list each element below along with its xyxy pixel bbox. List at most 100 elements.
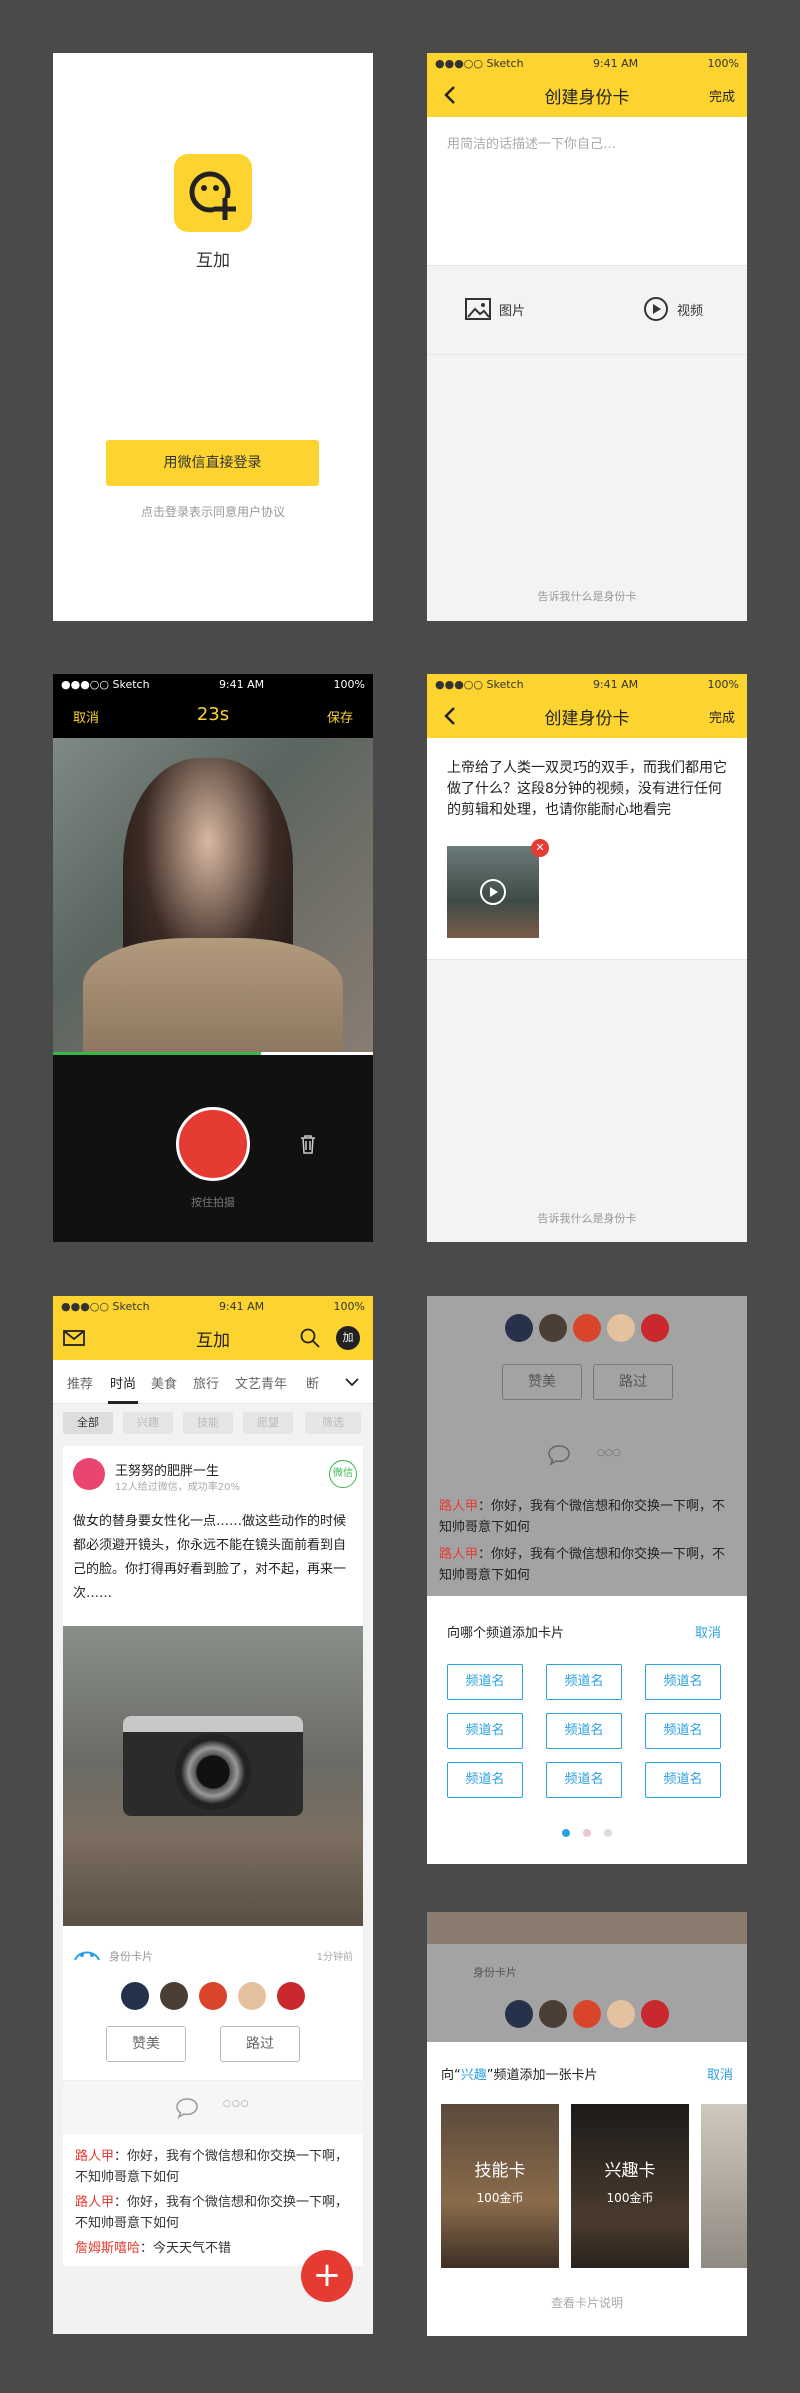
chevron-down-icon[interactable]	[345, 1377, 359, 1387]
sheet-title: 向“兴趣”频道添加一张卡片	[441, 2068, 598, 2083]
category-tabs: 推荐 时尚 美食 旅行 文艺青年 断	[53, 1360, 373, 1404]
filter-all[interactable]: 全部	[63, 1412, 113, 1434]
page-title: 创建身份卡	[544, 87, 630, 108]
add-badge-button[interactable]: 加	[336, 1326, 360, 1350]
page-dot[interactable]	[604, 1829, 613, 1837]
praise-button: 赞美	[502, 1364, 582, 1400]
praise-button[interactable]: 赞美	[106, 2026, 186, 2062]
record-progress	[53, 1052, 373, 1055]
what-is-card-link[interactable]: 告诉我什么是身份卡	[427, 1210, 747, 1226]
camera-top-bar: 取消 23s 保存	[53, 694, 373, 738]
channel-button[interactable]: 频道名	[645, 1713, 721, 1749]
remove-video-icon[interactable]: ✕	[531, 839, 549, 857]
description-text[interactable]: 上帝给了人类一双灵巧的双手，而我们都用它做了什么？这段8分钟的视频，没有进行任何…	[447, 758, 731, 821]
filter-skill[interactable]: 技能	[183, 1412, 233, 1434]
app-logo	[174, 154, 252, 232]
save-button[interactable]: 保存	[327, 707, 353, 726]
filter-interest[interactable]: 兴趣	[123, 1412, 173, 1434]
record-timer: 23s	[196, 704, 230, 725]
image-button[interactable]: 图片	[465, 298, 525, 320]
comment-icon[interactable]	[175, 2097, 199, 2119]
record-button[interactable]	[176, 1107, 250, 1181]
avatar[interactable]	[277, 1982, 306, 2010]
dimmed-content: 身份卡片	[427, 1912, 747, 2042]
comments: 路人甲：你好，我有个微信想和你交换一下啊，不知帅哥意下如何 路人甲：你好，我有个…	[63, 2146, 363, 2259]
post-image[interactable]	[63, 1626, 363, 1926]
channel-button[interactable]: 频道名	[447, 1713, 523, 1749]
back-arrow-icon[interactable]	[439, 83, 463, 107]
channel-button[interactable]: 频道名	[447, 1762, 523, 1798]
card-type-sheet: 向“兴趣”频道添加一张卡片 取消 技能卡 100金币 兴趣卡 100金币 查看卡…	[427, 2042, 747, 2336]
channel-button[interactable]: 频道名	[546, 1713, 622, 1749]
channel-button[interactable]: 频道名	[447, 1664, 523, 1700]
pass-button: 路过	[593, 1364, 673, 1400]
nav-bar: 创建身份卡 完成	[427, 694, 747, 738]
skill-card-option[interactable]: 技能卡 100金币	[441, 2104, 559, 2268]
avatar[interactable]	[238, 1982, 267, 2010]
mail-icon[interactable]	[63, 1330, 85, 1346]
nav-bar: 创建身份卡 完成	[427, 73, 747, 117]
tab-food[interactable]: 美食	[151, 1373, 177, 1392]
avatar[interactable]	[159, 1982, 188, 2010]
channel-picker-screen: 赞美 路过 ○○○ 路人甲：你好，我有个微信想和你交换一下啊，不知帅哥意下如何 …	[427, 1296, 747, 1864]
back-arrow-icon[interactable]	[439, 704, 463, 728]
post-text: 做女的替身要女性化一点……做这些动作的时候都必须避开镜头，你永远不能在镜头面前看…	[73, 1514, 347, 1601]
video-thumbnail[interactable]	[447, 846, 539, 938]
video-button[interactable]: 视频	[643, 296, 703, 322]
card-time: 1分钟前	[316, 1952, 353, 1963]
pass-button[interactable]: 路过	[220, 2026, 300, 2062]
channel-button[interactable]: 频道名	[546, 1664, 622, 1700]
channel-name: 兴趣	[460, 2068, 487, 2083]
what-is-card-link[interactable]: 告诉我什么是身份卡	[427, 588, 747, 604]
card-body-area	[427, 355, 747, 621]
comment-item: 路人甲：你好，我有个微信想和你交换一下啊，不知帅哥意下如何	[439, 1499, 726, 1535]
wechat-login-button[interactable]: 用微信直接登录	[106, 440, 319, 486]
tab-travel[interactable]: 旅行	[193, 1373, 219, 1392]
filter-screen[interactable]: 筛选	[305, 1412, 361, 1434]
tab-recommend[interactable]: 推荐	[67, 1373, 93, 1392]
channel-button[interactable]: 频道名	[546, 1762, 622, 1798]
page-title: 创建身份卡	[544, 708, 630, 729]
agreement-link[interactable]: 点击登录表示同意用户协议	[53, 503, 373, 520]
channel-button[interactable]: 频道名	[645, 1762, 721, 1798]
page-title: 互加	[196, 1330, 230, 1351]
search-icon[interactable]	[300, 1328, 320, 1348]
avatar[interactable]	[73, 1458, 105, 1490]
floating-add-button[interactable]: +	[301, 2250, 353, 2302]
camera-lens	[175, 1734, 251, 1810]
image-icon	[465, 298, 491, 320]
comment-item: 路人甲：你好，我有个微信想和你交换一下啊，不知帅哥意下如何	[75, 2195, 349, 2231]
tab-fashion[interactable]: 时尚	[110, 1373, 136, 1392]
status-bar: ●●●○○ Sketch 9:41 AM 100%	[53, 1296, 373, 1316]
channel-button[interactable]: 频道名	[645, 1664, 721, 1700]
done-button[interactable]: 完成	[709, 707, 735, 726]
card-info-link[interactable]: 查看卡片说明	[427, 2294, 747, 2311]
wechat-badge[interactable]: 微信	[329, 1460, 357, 1488]
avatar[interactable]	[120, 1982, 149, 2010]
more-icon[interactable]: ○○○	[223, 2099, 250, 2109]
login-screen: 互加 用微信直接登录 点击登录表示同意用户协议	[53, 53, 373, 621]
hold-to-shoot-hint: 按住拍摄	[191, 1196, 235, 1209]
trash-icon[interactable]	[299, 1134, 317, 1154]
status-bar: ●●●○○ Sketch 9:41 AM 100%	[427, 674, 747, 694]
avatar[interactable]	[199, 1982, 227, 2010]
interest-card-option[interactable]: 兴趣卡 100金币	[571, 2104, 689, 2268]
card-label: 身份卡片	[473, 1966, 517, 1979]
description-input[interactable]: 用简洁的话描述一下你自己…	[447, 133, 727, 152]
page-dot[interactable]	[583, 1829, 591, 1837]
tab-literary[interactable]: 文艺青年	[235, 1373, 287, 1392]
filter-wish[interactable]: 愿望	[243, 1412, 293, 1434]
status-bar: ●●●○○ Sketch 9:41 AM 100%	[427, 53, 747, 73]
app-name: 互加	[196, 251, 230, 271]
page-dot-active[interactable]	[561, 1829, 570, 1837]
next-card-option[interactable]	[701, 2104, 747, 2268]
user-name[interactable]: 王努努的肥胖一生	[115, 1460, 219, 1479]
status-bar: ●●●○○ Sketch 9:41 AM 100%	[53, 674, 373, 694]
comment-item: 路人甲：你好，我有个微信想和你交换一下啊，不知帅哥意下如何	[439, 1547, 726, 1583]
cancel-button[interactable]: 取消	[707, 2064, 733, 2083]
channel-sheet: 向哪个频道添加卡片 取消 频道名 频道名 频道名 频道名 频道名 频道名 频道名…	[427, 1596, 747, 1864]
done-button[interactable]: 完成	[709, 86, 735, 105]
tab-more[interactable]: 断	[306, 1373, 319, 1392]
cancel-button[interactable]: 取消	[695, 1622, 721, 1641]
camera-preview	[53, 738, 373, 1055]
